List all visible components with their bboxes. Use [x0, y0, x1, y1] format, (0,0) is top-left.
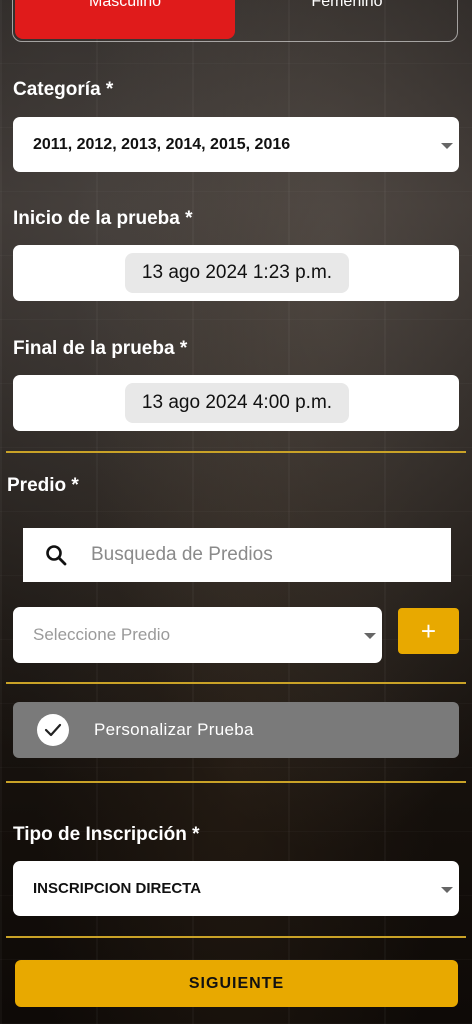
inscription-value: INSCRIPCION DIRECTA [33, 880, 202, 897]
end-datetime-value[interactable]: 13 ago 2024 4:00 p.m. [125, 383, 349, 423]
gender-option-male[interactable]: Masculino [15, 0, 235, 39]
chevron-down-icon [364, 633, 376, 639]
gender-male-label: Masculino [88, 0, 162, 10]
plus-icon: + [420, 615, 437, 646]
add-predio-button[interactable]: + [398, 608, 459, 654]
category-value: 2011, 2012, 2013, 2014, 2015, 2016 [33, 135, 291, 153]
divider [6, 781, 466, 783]
predio-search-placeholder: Busqueda de Predios [91, 544, 273, 565]
start-label: Inicio de la prueba * [13, 208, 193, 229]
category-label: Categoría * [13, 79, 114, 100]
predio-select-placeholder: Seleccione Predio [33, 625, 171, 644]
inscription-label: Tipo de Inscripción * [13, 824, 200, 845]
check-icon[interactable] [37, 714, 69, 746]
divider [6, 451, 466, 453]
divider [6, 682, 466, 684]
next-button[interactable]: SIGUIENTE [15, 960, 458, 1007]
predio-select[interactable]: Seleccione Predio [13, 607, 382, 663]
gender-toggle: Masculino Femenino [12, 0, 458, 42]
chevron-down-icon [441, 142, 453, 149]
start-datetime-value[interactable]: 13 ago 2024 1:23 p.m. [125, 253, 349, 293]
chevron-down-icon [441, 886, 453, 893]
customize-test-toggle[interactable]: Personalizar Prueba [13, 702, 459, 758]
category-select[interactable]: 2011, 2012, 2013, 2014, 2015, 2016 [13, 117, 459, 172]
end-datetime-field[interactable]: 13 ago 2024 4:00 p.m. [13, 375, 459, 431]
gender-female-label: Femenino [311, 0, 383, 10]
end-label: Final de la prueba * [13, 338, 188, 359]
divider [6, 936, 466, 938]
customize-test-label: Personalizar Prueba [94, 720, 254, 739]
inscription-select[interactable]: INSCRIPCION DIRECTA [13, 861, 459, 916]
predio-search-input[interactable]: Busqueda de Predios [23, 528, 451, 582]
start-datetime-field[interactable]: 13 ago 2024 1:23 p.m. [13, 245, 459, 301]
gender-option-female[interactable]: Femenino [237, 0, 457, 39]
search-icon [45, 544, 67, 566]
predio-label: Predio * [7, 475, 79, 496]
